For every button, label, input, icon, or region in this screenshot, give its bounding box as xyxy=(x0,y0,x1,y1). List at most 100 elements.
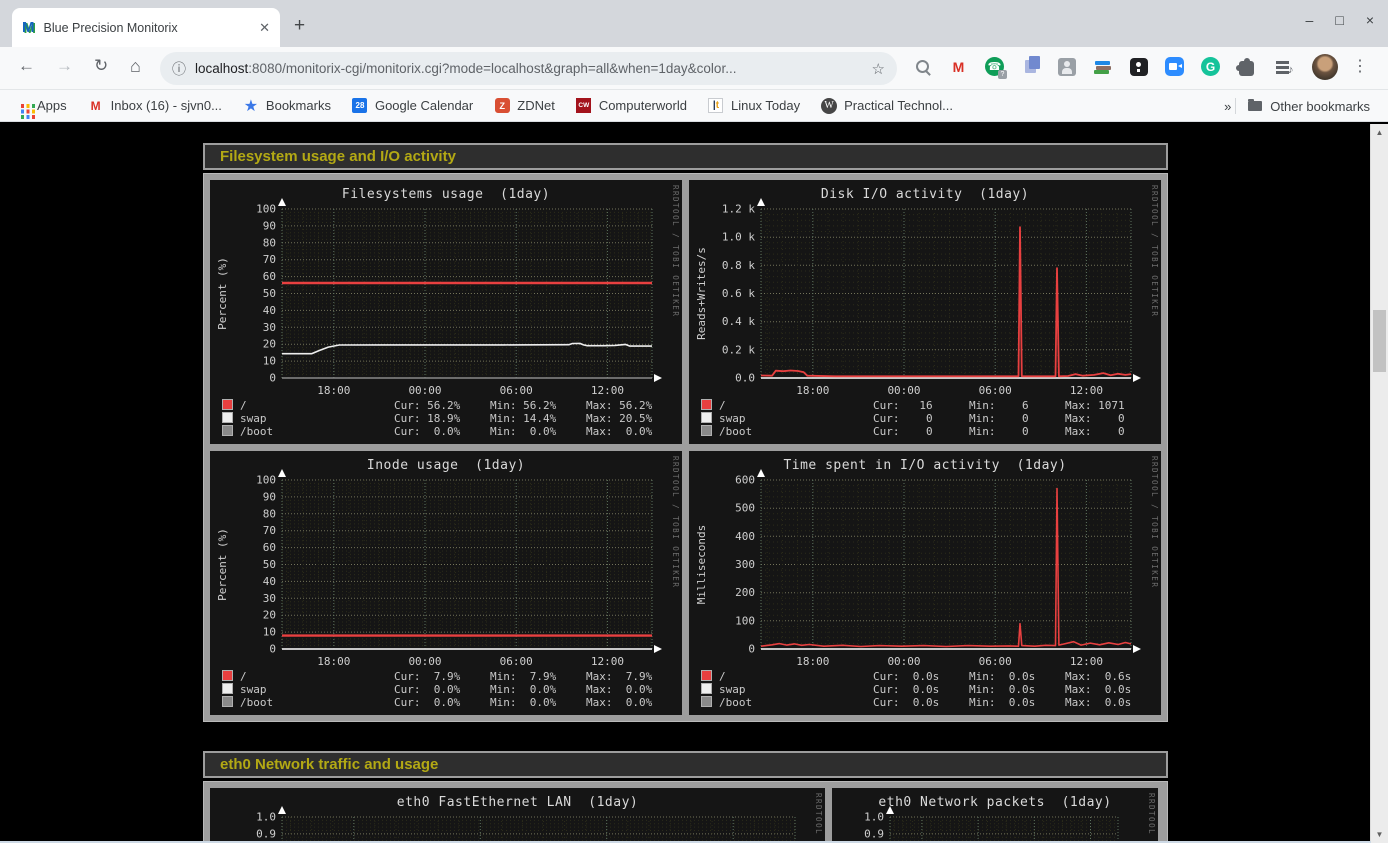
back-button[interactable]: ← xyxy=(18,56,35,76)
url-host: localhost xyxy=(195,61,248,76)
legend-max: Max: 1071 xyxy=(1065,399,1161,412)
voice-icon[interactable]: ☎ xyxy=(984,56,1005,77)
legend-row: swapCur: 18.9%Min: 14.4%Max: 20.5% xyxy=(222,412,678,425)
grammarly-icon[interactable]: G xyxy=(1200,56,1221,77)
vertical-scrollbar[interactable]: ▲ ▼ xyxy=(1370,124,1388,843)
bookmark-label: Bookmarks xyxy=(266,98,331,113)
chart-legend: /Cur: 16Min: 6Max: 1071swapCur: 0Min: 0M… xyxy=(701,399,1157,438)
legend-min: Min: 6 xyxy=(969,399,1065,412)
bookmark-item[interactable]: ★Bookmarks xyxy=(243,98,331,114)
other-bookmarks-button[interactable]: Other bookmarks xyxy=(1270,99,1370,114)
zdnet-icon: Z xyxy=(494,98,510,114)
page-info-icon[interactable]: ⓘ xyxy=(172,59,186,79)
legend-swatch-icon xyxy=(701,696,712,707)
section-header: eth0 Network traffic and usage xyxy=(203,751,1168,778)
svg-text:60: 60 xyxy=(263,541,276,554)
legend-max: Max: 0.6s xyxy=(1065,670,1161,683)
legend-min: Min: 0.0s xyxy=(969,683,1065,696)
profile-avatar[interactable] xyxy=(1312,54,1338,80)
browser-menu-icon[interactable]: ⋮ xyxy=(1352,56,1368,76)
legend-name: swap xyxy=(222,683,394,696)
home-button[interactable]: ⌂ xyxy=(130,56,141,77)
scrollbar-thumb[interactable] xyxy=(1373,310,1386,372)
lamp-icon[interactable] xyxy=(1128,56,1149,77)
legend-max: Max: 0.0s xyxy=(1065,683,1161,696)
svg-text:90: 90 xyxy=(263,219,276,232)
scroll-down-arrow-icon[interactable]: ▼ xyxy=(1371,830,1388,839)
svg-text:18:00: 18:00 xyxy=(317,384,350,397)
window-controls: – □ × xyxy=(1306,12,1374,28)
legend-row: swapCur: 0Min: 0Max: 0 xyxy=(701,412,1157,425)
bookmark-item[interactable]: CWComputerworld xyxy=(576,98,687,114)
person-icon[interactable] xyxy=(1056,56,1077,77)
monitorix-favicon-icon: M xyxy=(22,19,35,36)
x-axis-arrow-icon xyxy=(654,374,662,382)
new-tab-button[interactable]: + xyxy=(294,15,305,37)
close-button[interactable]: × xyxy=(1366,12,1374,28)
legend-swatch-icon xyxy=(701,412,712,423)
search-icon[interactable] xyxy=(912,56,933,77)
legend-cur: Cur: 7.9% xyxy=(394,670,490,683)
camera-icon[interactable] xyxy=(1164,56,1185,77)
chart-title: Time spent in I/O activity (1day) xyxy=(689,458,1161,473)
svg-text:10: 10 xyxy=(263,626,276,639)
svg-text:0: 0 xyxy=(748,643,755,656)
legend-swatch-icon xyxy=(701,670,712,681)
legend-swatch-icon xyxy=(701,399,712,410)
calendar-icon: 28 xyxy=(352,98,368,114)
bookmark-item[interactable]: 28 Google Calendar xyxy=(352,98,473,114)
bookmark-label: Apps xyxy=(37,98,67,113)
legend-swatch-icon xyxy=(222,683,233,694)
copy-icon[interactable] xyxy=(1020,56,1041,77)
bookmark-item[interactable]: WPractical Technol... xyxy=(821,98,953,114)
rrdtool-credit: RRDTOOL / TOBI OETIKER xyxy=(671,185,680,317)
puzzle-icon[interactable] xyxy=(1236,56,1257,77)
bookmarks-bar-right: » Other bookmarks xyxy=(1224,90,1370,122)
svg-text:100: 100 xyxy=(256,203,276,216)
legend-name: / xyxy=(701,399,873,412)
bookmark-item[interactable]: ZZDNet xyxy=(494,98,555,114)
chart-eth0_lan: 0.00.10.20.30.40.50.60.70.80.91.018:0000… xyxy=(210,788,825,843)
window-titlebar: M Blue Precision Monitorix ✕ + – □ × xyxy=(0,0,1388,47)
bookmark-label: Google Calendar xyxy=(375,98,473,113)
legend-cur: Cur: 16 xyxy=(873,399,969,412)
books-icon[interactable] xyxy=(1092,56,1113,77)
chart-title: Disk I/O activity (1day) xyxy=(689,187,1161,202)
address-bar[interactable]: ⓘ localhost:8080/monitorix-cgi/monitorix… xyxy=(160,52,897,85)
maximize-button[interactable]: □ xyxy=(1335,12,1343,28)
svg-text:70: 70 xyxy=(263,524,276,537)
scroll-up-arrow-icon[interactable]: ▲ xyxy=(1371,128,1388,137)
minimize-button[interactable]: – xyxy=(1306,12,1314,28)
legend-swatch-icon xyxy=(701,683,712,694)
svg-text:10: 10 xyxy=(263,355,276,368)
chart-title: Filesystems usage (1day) xyxy=(210,187,682,202)
reload-button[interactable]: ↻ xyxy=(94,56,108,76)
svg-text:06:00: 06:00 xyxy=(500,384,533,397)
bookmark-item[interactable]: MInbox (16) - sjvn0... xyxy=(88,98,222,114)
browser-tab[interactable]: M Blue Precision Monitorix ✕ xyxy=(12,8,280,47)
legend-cur: Cur: 0.0s xyxy=(873,670,969,683)
bookmark-star-icon[interactable]: ☆ xyxy=(872,60,885,78)
tab-close-icon[interactable]: ✕ xyxy=(259,20,270,36)
bookmark-label: Computerworld xyxy=(599,98,687,113)
section-title: Filesystem usage and I/O activity xyxy=(220,148,456,165)
bookmark-item[interactable]: |tLinux Today xyxy=(708,98,800,114)
legend-row: swapCur: 0.0%Min: 0.0%Max: 0.0% xyxy=(222,683,678,696)
legend-max: Max: 0 xyxy=(1065,412,1161,425)
url-text[interactable]: localhost:8080/monitorix-cgi/monitorix.c… xyxy=(195,61,872,76)
playlist-icon[interactable] xyxy=(1272,56,1293,77)
chart-inode_usage: 010203040506070809010018:0000:0006:0012:… xyxy=(210,451,682,715)
rrdtool-credit: RRDTOOL / TOBI OETIKER xyxy=(1147,793,1156,843)
svg-text:50: 50 xyxy=(263,558,276,571)
rrdtool-credit: RRDTOOL / TOBI OETIKER xyxy=(1150,185,1159,317)
gmail-icon[interactable]: M xyxy=(948,56,969,77)
legend-row: /Cur: 0.0sMin: 0.0sMax: 0.6s xyxy=(701,670,1157,683)
legend-swatch-icon xyxy=(222,412,233,423)
forward-button[interactable]: → xyxy=(56,56,73,76)
svg-text:100: 100 xyxy=(735,614,755,627)
svg-text:1.0: 1.0 xyxy=(256,811,276,824)
bookmark-item[interactable]: Apps xyxy=(14,98,67,114)
chart-legend: /Cur: 56.2%Min: 56.2%Max: 56.2%swapCur: … xyxy=(222,399,678,438)
svg-text:0.6 k: 0.6 k xyxy=(722,287,755,300)
bookmarks-overflow-chevron[interactable]: » xyxy=(1224,99,1231,114)
